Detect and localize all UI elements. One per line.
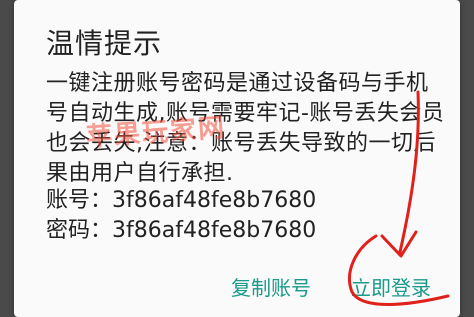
red-annotation-arrow-icon: [348, 90, 450, 306]
